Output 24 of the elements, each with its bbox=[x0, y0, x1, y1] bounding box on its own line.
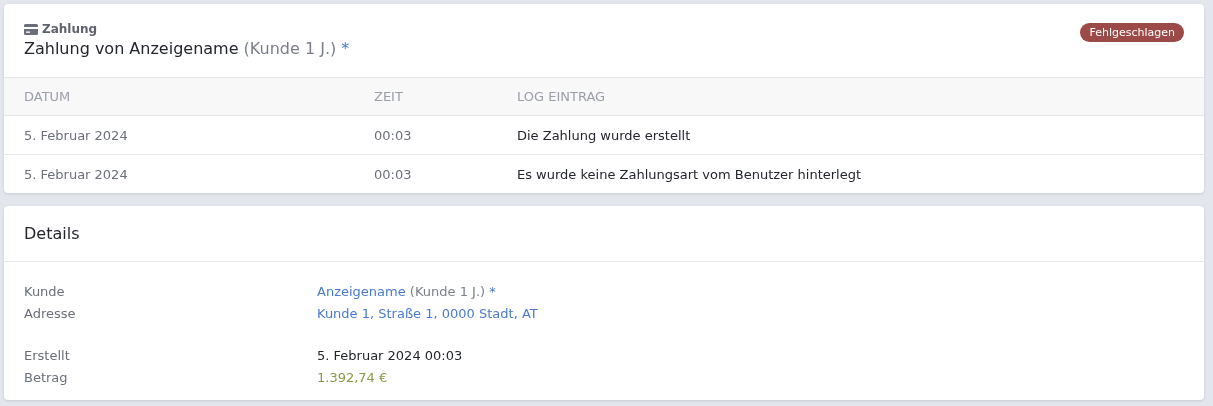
payment-title: Zahlung von Anzeigename (Kunde 1 J.) * bbox=[24, 39, 350, 58]
field-label: Kunde bbox=[24, 283, 66, 299]
table-cell: 5. Februar 2024 bbox=[4, 115, 354, 155]
field-label: Betrag bbox=[24, 369, 69, 385]
field-label: Adresse bbox=[24, 305, 77, 321]
value-link[interactable]: Anzeigename bbox=[317, 283, 406, 299]
column-header: DATUM bbox=[4, 78, 354, 116]
card-title: Details bbox=[24, 224, 80, 243]
table-cell: Die Zahlung wurde erstellt bbox=[497, 115, 1204, 155]
customer-suffix: (Kunde 1 J.) bbox=[409, 283, 486, 299]
field-label: Erstellt bbox=[24, 347, 71, 363]
category-label: Zahlung bbox=[42, 22, 98, 36]
table-cell: Es wurde keine Zahlungsart vom Benutzer hinterlegt bbox=[497, 154, 1204, 193]
column-header: ZEIT bbox=[354, 78, 497, 116]
value-link[interactable]: Kunde 1, Straße 1, 0000 Stadt, AT bbox=[317, 305, 538, 321]
credit-card-icon bbox=[24, 23, 38, 35]
table-cell: 00:03 bbox=[354, 115, 497, 155]
asterisk-mark: * bbox=[489, 283, 496, 299]
table-cell: 00:03 bbox=[354, 154, 497, 193]
field-value: 5. Februar 2024 00:03 bbox=[317, 347, 463, 363]
field-value: 1.392,74 € bbox=[317, 369, 388, 385]
table-cell: 5. Februar 2024 bbox=[4, 154, 354, 193]
status-badge: Fehlgeschlagen bbox=[1080, 23, 1184, 42]
column-header: LOG EINTRAG bbox=[497, 78, 1204, 116]
